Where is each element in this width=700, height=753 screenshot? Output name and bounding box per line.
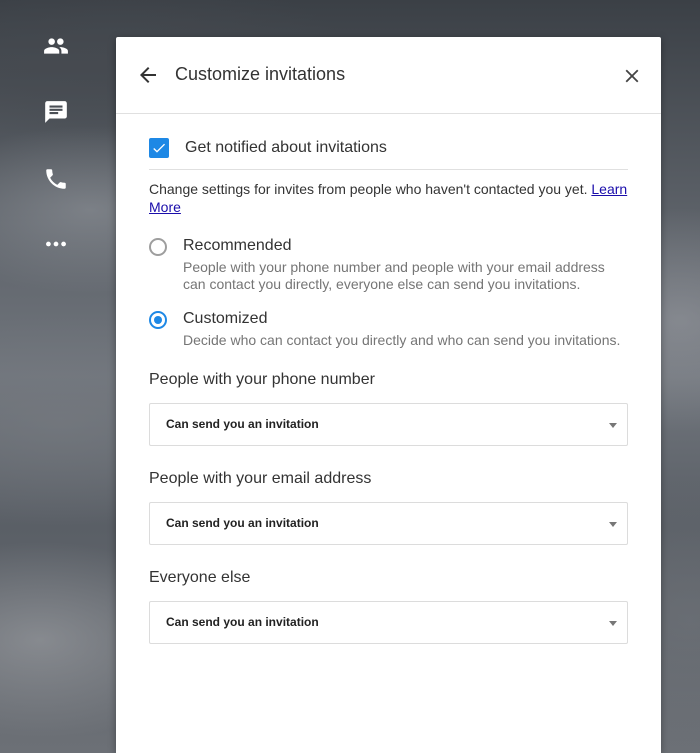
close-button[interactable]	[617, 61, 647, 91]
people-icon	[44, 38, 68, 54]
intro-text: Change settings for invites from people …	[149, 180, 628, 216]
phone-button[interactable]	[38, 161, 74, 197]
option-desc-recommended: People with your phone number and people…	[183, 259, 605, 292]
option-desc-customized: Decide who can contact you directly and …	[183, 332, 621, 348]
checkmark-icon	[153, 143, 165, 153]
panel-title: Customize invitations	[175, 64, 346, 84]
customize-invitations-panel: Customize invitations Get notified about…	[116, 37, 661, 753]
email-address-select[interactable]: Can send you an invitation	[149, 502, 628, 545]
back-button[interactable]	[134, 61, 162, 89]
email-address-select-value: Can send you an invitation	[166, 516, 319, 530]
radio-recommended[interactable]	[149, 238, 167, 256]
phone-number-select-value: Can send you an invitation	[166, 417, 319, 431]
radio-customized[interactable]	[149, 311, 167, 329]
option-recommended[interactable]: Recommended People with your phone numbe…	[149, 236, 628, 293]
panel-header: Customize invitations	[116, 37, 661, 114]
caret-down-icon	[609, 522, 617, 527]
everyone-else-label: Everyone else	[149, 569, 251, 586]
phone-number-select[interactable]: Can send you an invitation	[149, 403, 628, 446]
notify-row: Get notified about invitations	[149, 114, 628, 170]
panel-content: Get notified about invitations Change se…	[149, 114, 628, 644]
everyone-else-select[interactable]: Can send you an invitation	[149, 601, 628, 644]
arrow-back-icon	[140, 67, 156, 83]
side-rail	[0, 0, 110, 753]
chat-button[interactable]	[38, 94, 74, 130]
option-title-recommended: Recommended	[183, 237, 292, 254]
email-address-label: People with your email address	[149, 470, 372, 487]
chat-icon	[45, 101, 67, 123]
phone-icon	[46, 169, 66, 189]
phone-number-label: People with your phone number	[149, 371, 375, 388]
notify-label[interactable]: Get notified about invitations	[185, 139, 387, 157]
people-button[interactable]	[38, 28, 74, 64]
notify-checkbox[interactable]	[149, 138, 169, 158]
intro-text-body: Change settings for invites from people …	[149, 181, 592, 197]
caret-down-icon	[609, 423, 617, 428]
option-title-customized: Customized	[183, 310, 268, 327]
more-icon	[46, 241, 66, 247]
more-button[interactable]	[38, 226, 74, 262]
caret-down-icon	[609, 621, 617, 626]
close-icon	[625, 69, 639, 83]
option-customized[interactable]: Customized Decide who can contact you di…	[149, 309, 628, 349]
everyone-else-select-value: Can send you an invitation	[166, 615, 319, 629]
